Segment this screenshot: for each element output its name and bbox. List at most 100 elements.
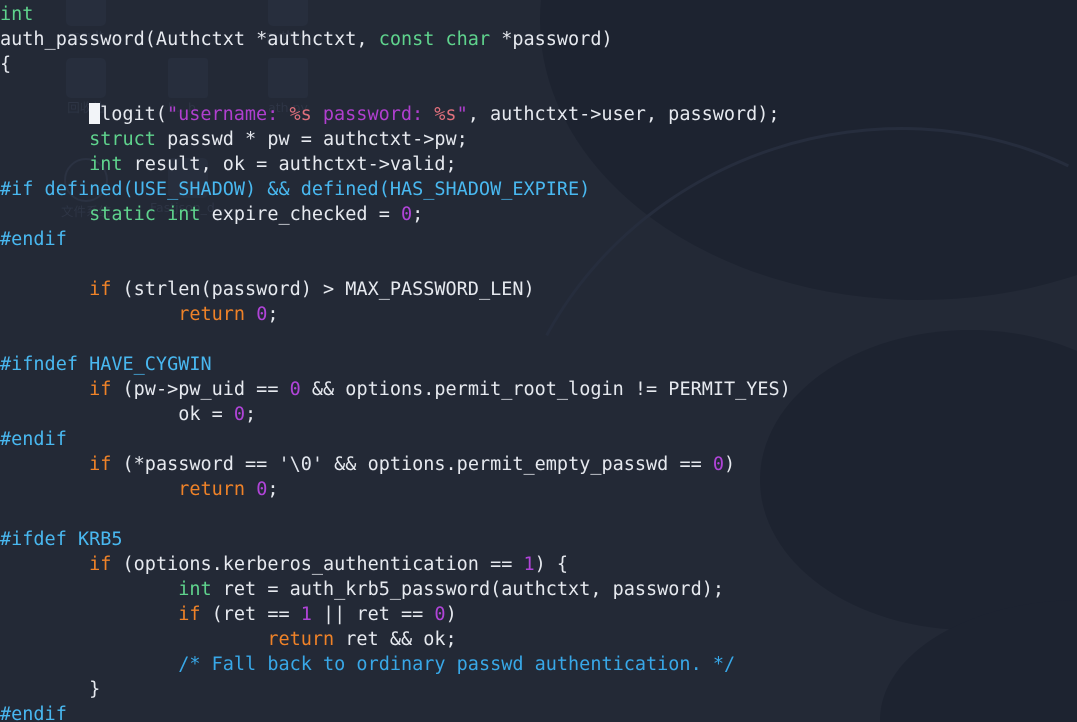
terminal-code-window[interactable]: result python 回收站 b...b... ath.py 文件系统 Fastjso…: [0, 0, 1077, 722]
code-token: 0: [233, 404, 246, 425]
code-line[interactable]: int result, ok = authctxt->valid;: [0, 152, 1077, 177]
code-line[interactable]: auth_password(Authctxt *authctxt, const …: [0, 27, 1077, 52]
code-line[interactable]: [0, 252, 1077, 277]
code-token: result, ok = authctxt->valid;: [122, 154, 457, 175]
code-line[interactable]: {: [0, 52, 1077, 77]
code-token: ;: [245, 404, 257, 425]
code-token: && options.permit_root_login != PERMIT_Y…: [300, 379, 791, 400]
code-token: #if defined(USE_SHADOW) && defined(HAS_S…: [0, 179, 591, 200]
code-line[interactable]: #if defined(USE_SHADOW) && defined(HAS_S…: [0, 177, 1077, 202]
code-token: ret && ok;: [334, 629, 457, 650]
code-token: ) {: [534, 554, 569, 575]
code-line[interactable]: #endif: [0, 427, 1077, 452]
code-token: 0: [712, 454, 724, 475]
text-cursor: [89, 103, 101, 124]
code-line[interactable]: if (pw->pw_uid == 0 && options.permit_ro…: [0, 377, 1077, 402]
code-token: auth_password(Authctxt *authctxt,: [0, 29, 379, 50]
code-line[interactable]: ok = 0;: [0, 402, 1077, 427]
code-token: *password): [490, 29, 613, 50]
code-token: static int: [89, 204, 201, 225]
code-line[interactable]: static int expire_checked = 0;: [0, 202, 1077, 227]
code-token: if: [89, 379, 112, 400]
code-token: (*password ==: [111, 454, 279, 475]
code-token: struct: [89, 129, 156, 150]
code-token: ;: [267, 304, 279, 325]
code-token: {: [0, 54, 12, 75]
code-line[interactable]: if (options.kerberos_authentication == 1…: [0, 552, 1077, 577]
code-line[interactable]: return ret && ok;: [0, 627, 1077, 652]
code-token: 0: [256, 479, 268, 500]
code-line[interactable]: int ret = auth_krb5_password(authctxt, p…: [0, 577, 1077, 602]
code-token: 0: [256, 304, 268, 325]
code-token: if: [89, 279, 112, 300]
code-line[interactable]: return 0;: [0, 302, 1077, 327]
code-token: }: [0, 679, 101, 700]
code-line[interactable]: #ifndef HAVE_CYGWIN: [0, 352, 1077, 377]
code-token: #ifdef KRB5: [0, 529, 123, 550]
code-line[interactable]: logit("username: %s password: %s", authc…: [0, 102, 1077, 127]
code-token: %s: [434, 104, 457, 125]
code-token: '\0': [278, 454, 324, 475]
code-token: ": [456, 104, 468, 125]
code-token: int: [0, 4, 34, 25]
code-token: logit(: [100, 104, 167, 125]
code-line[interactable]: return 0;: [0, 477, 1077, 502]
code-token: ): [445, 604, 457, 625]
code-token: 0: [289, 379, 301, 400]
code-token: 1: [523, 554, 535, 575]
code-line[interactable]: }: [0, 677, 1077, 702]
code-token: /* Fall back to ordinary passwd authenti…: [178, 654, 736, 675]
code-token: 0: [400, 204, 413, 225]
code-line[interactable]: #endif: [0, 702, 1077, 722]
code-token: 1: [300, 604, 312, 625]
code-token: if: [89, 454, 112, 475]
code-token: && options.permit_empty_passwd ==: [323, 454, 713, 475]
code-line[interactable]: [0, 502, 1077, 527]
code-token: int: [89, 154, 123, 175]
code-line[interactable]: [0, 327, 1077, 352]
code-token: return: [178, 304, 246, 325]
code-token: ;: [267, 479, 279, 500]
code-token: if: [178, 604, 201, 625]
code-line[interactable]: /* Fall back to ordinary passwd authenti…: [0, 652, 1077, 677]
code-token: passwd * pw = authctxt->pw;: [155, 129, 468, 150]
code-editor-buffer[interactable]: int auth_password(Authctxt *authctxt, con…: [0, 0, 1077, 722]
code-line[interactable]: [0, 77, 1077, 102]
code-line[interactable]: if (*password == '\0' && options.permit_…: [0, 452, 1077, 477]
code-token: password:: [311, 104, 435, 125]
code-token: #endif: [0, 229, 67, 250]
code-token: ret = auth_krb5_password(authctxt, passw…: [211, 579, 724, 600]
code-token: #endif: [0, 429, 67, 450]
code-line[interactable]: struct passwd * pw = authctxt->pw;: [0, 127, 1077, 152]
code-token: ;: [412, 204, 424, 225]
code-token: ok =: [0, 404, 234, 425]
code-token: ): [724, 454, 736, 475]
code-token: if: [89, 554, 112, 575]
code-line[interactable]: #ifdef KRB5: [0, 527, 1077, 552]
code-line[interactable]: if (strlen(password) > MAX_PASSWORD_LEN): [0, 277, 1077, 302]
code-token: expire_checked =: [200, 204, 401, 225]
code-token: (strlen(password) > MAX_PASSWORD_LEN): [111, 279, 535, 300]
code-line[interactable]: int: [0, 2, 1077, 27]
code-line[interactable]: if (ret == 1 || ret == 0): [0, 602, 1077, 627]
code-token: (pw->pw_uid ==: [111, 379, 290, 400]
code-token: (ret ==: [200, 604, 301, 625]
code-token: 0: [434, 604, 446, 625]
code-line[interactable]: #endif: [0, 227, 1077, 252]
code-token: #endif: [0, 704, 67, 722]
